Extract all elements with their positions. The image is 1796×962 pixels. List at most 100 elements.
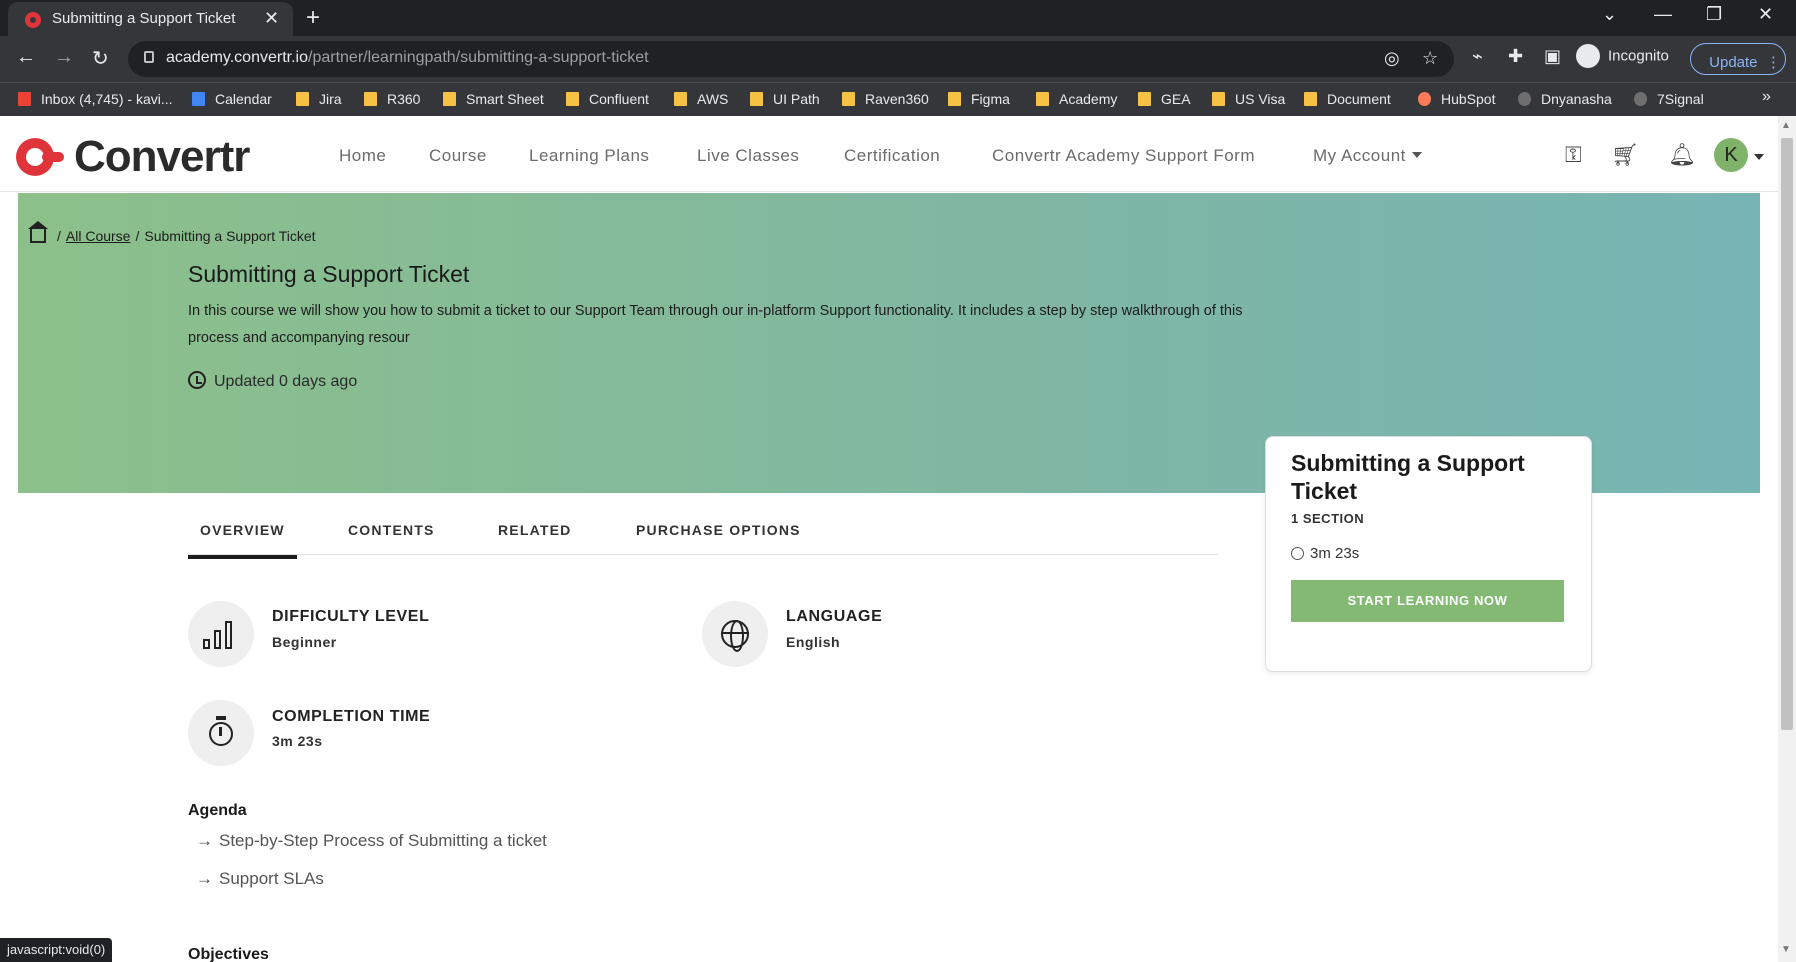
bookmark-jira[interactable]: Jira bbox=[296, 91, 342, 107]
completion-value: 3m 23s bbox=[272, 733, 323, 749]
difficulty-value: Beginner bbox=[272, 634, 337, 650]
window-close-icon[interactable]: ✕ bbox=[1758, 4, 1773, 25]
close-tab-icon[interactable]: ✕ bbox=[264, 8, 279, 29]
card-duration: 3m 23s bbox=[1291, 545, 1359, 562]
difficulty-label: DIFFICULTY LEVEL bbox=[272, 608, 430, 625]
key-icon[interactable]: ⚿ bbox=[1565, 142, 1582, 168]
scroll-down-icon[interactable]: ▼ bbox=[1781, 944, 1791, 955]
bookmark-aws[interactable]: AWS bbox=[674, 91, 728, 107]
bookmark-document[interactable]: Document bbox=[1304, 91, 1391, 107]
nav-home[interactable]: Home bbox=[339, 146, 386, 166]
breadcrumb-current: Submitting a Support Ticket bbox=[144, 228, 316, 244]
github-icon bbox=[1518, 92, 1531, 106]
card-title: Submitting a Support Ticket bbox=[1291, 450, 1525, 504]
lock-icon[interactable] bbox=[144, 51, 154, 63]
bookmark-ui-path[interactable]: UI Path bbox=[750, 91, 820, 107]
browser-tab[interactable]: Submitting a Support Ticket ✕ bbox=[8, 2, 293, 36]
avatar[interactable]: K bbox=[1714, 138, 1748, 172]
bell-icon[interactable]: 🔔︎ bbox=[1668, 142, 1696, 168]
globe-icon bbox=[702, 601, 768, 667]
tab-purchase-options[interactable]: PURCHASE OPTIONS bbox=[636, 522, 801, 538]
update-label: Update bbox=[1709, 54, 1758, 71]
bookmark-7signal[interactable]: 7Signal bbox=[1634, 91, 1704, 107]
bookmark-r360[interactable]: R360 bbox=[364, 91, 420, 107]
bookmark-gmail[interactable]: Inbox (4,745) - kavi... bbox=[18, 91, 173, 107]
incognito-indicator[interactable]: Incognito bbox=[1576, 44, 1669, 74]
bookmark-academy[interactable]: Academy bbox=[1036, 91, 1117, 107]
cast-icon[interactable]: ⌁ bbox=[1472, 46, 1483, 67]
address-bar[interactable]: academy.convertr.io/partner/learningpath… bbox=[128, 41, 1454, 77]
calendar-icon bbox=[192, 92, 205, 106]
tab-related[interactable]: RELATED bbox=[498, 522, 571, 538]
breadcrumb-all-course[interactable]: All Course bbox=[66, 228, 131, 244]
folder-icon bbox=[364, 92, 377, 106]
bookmarks-bar: Inbox (4,745) - kavi... Calendar Jira R3… bbox=[0, 82, 1796, 116]
incognito-label: Incognito bbox=[1608, 47, 1669, 65]
folder-icon bbox=[1304, 92, 1317, 106]
nav-support-form[interactable]: Convertr Academy Support Form bbox=[992, 146, 1255, 166]
language-value: English bbox=[786, 634, 841, 650]
nav-course[interactable]: Course bbox=[429, 146, 487, 166]
bookmark-dnyanasha[interactable]: Dnyanasha bbox=[1518, 91, 1612, 107]
tab-title: Submitting a Support Ticket bbox=[52, 10, 236, 27]
update-button[interactable]: Update ⋮ bbox=[1690, 43, 1786, 75]
bookmark-raven360[interactable]: Raven360 bbox=[842, 91, 929, 107]
nav-learning-plans[interactable]: Learning Plans bbox=[529, 146, 649, 166]
bookmark-smart-sheet[interactable]: Smart Sheet bbox=[443, 91, 544, 107]
reload-icon[interactable]: ↻ bbox=[92, 46, 109, 71]
avatar-chevron-icon[interactable] bbox=[1754, 154, 1764, 160]
hubspot-icon bbox=[1418, 92, 1431, 106]
folder-icon bbox=[296, 92, 309, 106]
folder-icon bbox=[842, 92, 855, 106]
home-icon[interactable] bbox=[28, 221, 48, 243]
breadcrumb: / All Course / Submitting a Support Ticket bbox=[28, 221, 316, 244]
course-description: In this course we will show you how to s… bbox=[188, 303, 1243, 346]
bookmark-us-visa[interactable]: US Visa bbox=[1212, 91, 1285, 107]
scroll-up-icon[interactable]: ▲ bbox=[1781, 120, 1791, 131]
bookmark-confluent[interactable]: Confluent bbox=[566, 91, 649, 107]
back-icon[interactable]: ← bbox=[16, 46, 36, 69]
bookmark-hubspot[interactable]: HubSpot bbox=[1418, 91, 1495, 107]
my-account-label: My Account bbox=[1313, 146, 1406, 165]
bookmark-star-icon[interactable]: ☆ bbox=[1422, 48, 1438, 69]
tracking-protection-icon[interactable]: ◎ bbox=[1384, 48, 1400, 69]
stopwatch-icon bbox=[1291, 547, 1304, 560]
cart-icon[interactable]: 🛒︎ bbox=[1611, 142, 1639, 168]
tab-search-icon[interactable]: ⌄ bbox=[1602, 4, 1617, 25]
extensions-icon[interactable]: ✚ bbox=[1508, 46, 1523, 67]
browser-toolbar: ← → ↻ academy.convertr.io/partner/learni… bbox=[0, 36, 1796, 82]
folder-icon bbox=[1036, 92, 1049, 106]
status-bar-link: javascript:void(0) bbox=[0, 938, 113, 962]
start-learning-button[interactable]: START LEARNING NOW bbox=[1291, 580, 1564, 622]
nav-certification[interactable]: Certification bbox=[844, 146, 940, 166]
tab-contents[interactable]: CONTENTS bbox=[348, 522, 435, 538]
nav-my-account[interactable]: My Account bbox=[1313, 146, 1422, 166]
objectives-heading: Objectives bbox=[188, 946, 269, 962]
agenda-item: → Step-by-Step Process of Submitting a ti… bbox=[196, 831, 547, 850]
more-bookmarks-icon[interactable]: » bbox=[1762, 88, 1771, 106]
course-summary-card: Submitting a Support Ticket 1 SECTION 3m… bbox=[1265, 436, 1592, 672]
arrow-right-icon: → bbox=[196, 831, 213, 850]
new-tab-icon[interactable]: + bbox=[306, 4, 320, 32]
browser-tab-bar: Submitting a Support Ticket ✕ + ⌄ — ❐ ✕ bbox=[0, 0, 1796, 36]
course-tabs: OVERVIEW CONTENTS RELATED PURCHASE OPTIO… bbox=[188, 510, 1218, 559]
forward-icon[interactable]: → bbox=[54, 46, 74, 69]
folder-icon bbox=[1212, 92, 1225, 106]
incognito-icon bbox=[1576, 44, 1600, 68]
updated-text: Updated 0 days ago bbox=[214, 373, 358, 390]
bookmark-calendar[interactable]: Calendar bbox=[192, 91, 272, 107]
refresh-clock-icon bbox=[188, 371, 206, 389]
scrollbar-thumb[interactable] bbox=[1781, 138, 1793, 730]
bookmark-gea[interactable]: GEA bbox=[1138, 91, 1191, 107]
arrow-right-icon: → bbox=[196, 869, 213, 888]
bookmark-figma[interactable]: Figma bbox=[948, 91, 1010, 107]
nav-live-classes[interactable]: Live Classes bbox=[697, 146, 799, 166]
tab-overview[interactable]: OVERVIEW bbox=[188, 522, 297, 559]
restore-icon[interactable]: ❐ bbox=[1706, 4, 1722, 25]
side-panel-icon[interactable]: ▣ bbox=[1544, 46, 1561, 67]
convertr-logo-icon bbox=[16, 138, 64, 176]
folder-icon bbox=[750, 92, 763, 106]
minimize-icon[interactable]: — bbox=[1654, 4, 1672, 25]
stopwatch-icon bbox=[188, 700, 254, 766]
logo-text: Convertr bbox=[74, 132, 250, 181]
